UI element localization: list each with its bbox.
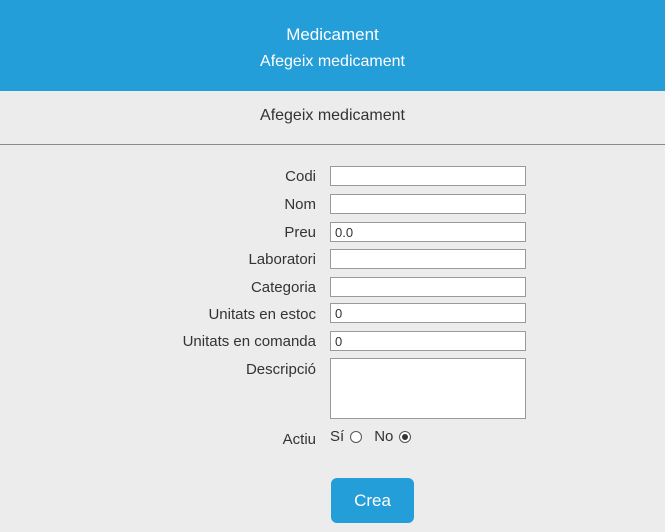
- nom-input[interactable]: [330, 194, 526, 214]
- actiu-label: Actiu: [282, 431, 316, 448]
- descripcio-textarea[interactable]: [330, 358, 526, 419]
- descripcio-label: Descripció: [245, 361, 316, 378]
- crea-button[interactable]: Crea: [331, 478, 414, 523]
- add-medicament-form: Codi Nom Preu Laboratori Categoria Unita…: [0, 0, 665, 532]
- nom-label: Nom: [284, 196, 316, 213]
- actiu-si-label: Sí: [330, 428, 345, 445]
- laboratori-input[interactable]: [330, 249, 526, 269]
- categoria-input[interactable]: [330, 277, 526, 297]
- preu-input[interactable]: [330, 222, 526, 242]
- actiu-no-label: No: [374, 428, 394, 445]
- actiu-si-radio[interactable]: [350, 430, 363, 443]
- actiu-no-radio[interactable]: [399, 430, 412, 443]
- unitats-comanda-input[interactable]: [330, 331, 526, 351]
- categoria-label: Categoria: [250, 279, 316, 296]
- codi-label: Codi: [285, 168, 316, 185]
- unitats-estoc-label: Unitats en estoc: [208, 306, 316, 323]
- unitats-comanda-label: Unitats en comanda: [182, 333, 316, 350]
- preu-label: Preu: [284, 224, 316, 241]
- codi-input[interactable]: [330, 166, 526, 186]
- unitats-estoc-input[interactable]: [330, 303, 526, 323]
- actiu-radio-group: Sí No: [330, 428, 423, 445]
- laboratori-label: Laboratori: [248, 251, 316, 268]
